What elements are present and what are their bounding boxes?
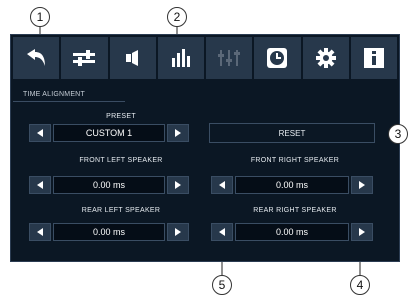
- rear-right-decrease-button[interactable]: [211, 223, 233, 241]
- front-right-increase-button[interactable]: [351, 176, 373, 194]
- equalizer-button[interactable]: [157, 37, 204, 79]
- rear-right-delay-value: 0.00 ms: [235, 223, 349, 241]
- front-right-decrease-button[interactable]: [211, 176, 233, 194]
- settings-button[interactable]: [302, 37, 349, 79]
- arrow-right-icon: [359, 181, 365, 189]
- reset-button[interactable]: RESET: [209, 123, 375, 143]
- rear-left-increase-button[interactable]: [167, 223, 189, 241]
- back-icon: [27, 49, 46, 66]
- gear-icon: [315, 48, 336, 68]
- rear-left-decrease-button[interactable]: [29, 223, 51, 241]
- time-alignment-panel: TIME ALIGNMENT PRESET CUSTOM 1 RESET FRO…: [10, 34, 400, 262]
- info-icon: [363, 48, 384, 68]
- mixer-button[interactable]: [206, 37, 253, 79]
- rear-right-increase-button[interactable]: [351, 223, 373, 241]
- callout-3: 3: [388, 124, 408, 144]
- clock-button[interactable]: [254, 37, 301, 79]
- speaker-button[interactable]: [109, 37, 156, 79]
- clock-icon: [267, 48, 288, 68]
- front-right-delay-value: 0.00 ms: [235, 176, 349, 194]
- arrow-right-icon: [175, 181, 181, 189]
- sliders-button[interactable]: [61, 37, 108, 79]
- section-divider: [13, 101, 125, 102]
- back-button[interactable]: [13, 37, 60, 79]
- callout-1: 1: [30, 7, 50, 27]
- preset-label: PRESET: [106, 113, 136, 120]
- arrow-right-icon: [175, 228, 181, 236]
- arrow-left-icon: [37, 228, 43, 236]
- callout-2: 2: [167, 7, 187, 27]
- sliders-icon: [73, 50, 96, 66]
- arrow-right-icon: [359, 228, 365, 236]
- mixer-icon: [218, 50, 241, 66]
- speaker-icon: [125, 50, 138, 66]
- front-left-decrease-button[interactable]: [29, 176, 51, 194]
- callout-4: 4: [350, 275, 370, 295]
- info-button[interactable]: [350, 37, 397, 79]
- section-title: TIME ALIGNMENT: [23, 91, 85, 98]
- rear-left-delay-value: 0.00 ms: [53, 223, 165, 241]
- front-left-increase-button[interactable]: [167, 176, 189, 194]
- arrow-left-icon: [219, 181, 225, 189]
- front-left-speaker-label: FRONT LEFT SPEAKER: [79, 157, 163, 164]
- top-toolbar: [13, 37, 397, 79]
- front-left-delay-value: 0.00 ms: [53, 176, 165, 194]
- rear-left-speaker-label: REAR LEFT SPEAKER: [81, 207, 161, 214]
- arrow-left-icon: [219, 228, 225, 236]
- arrow-right-icon: [175, 129, 181, 137]
- arrow-left-icon: [37, 129, 43, 137]
- preset-next-button[interactable]: [167, 124, 189, 142]
- equalizer-icon: [171, 49, 190, 67]
- callout-5: 5: [212, 275, 232, 295]
- preset-prev-button[interactable]: [29, 124, 51, 142]
- rear-right-speaker-label: REAR RIGHT SPEAKER: [253, 207, 337, 214]
- arrow-left-icon: [37, 181, 43, 189]
- preset-value: CUSTOM 1: [53, 124, 165, 142]
- front-right-speaker-label: FRONT RIGHT SPEAKER: [250, 157, 340, 164]
